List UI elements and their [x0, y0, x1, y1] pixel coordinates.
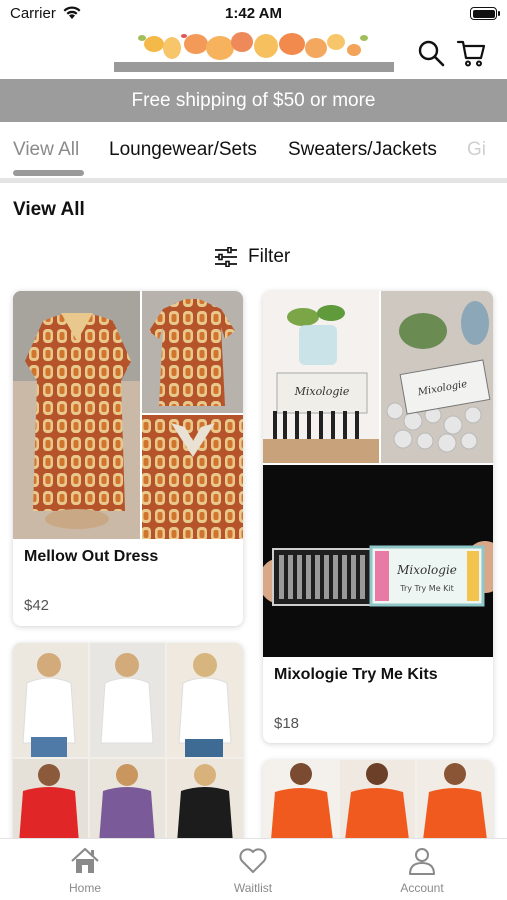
tab-loungewear-sets[interactable]: Loungewear/Sets: [109, 139, 257, 161]
clock: 1:42 AM: [225, 5, 282, 22]
filter-button[interactable]: Filter: [214, 243, 290, 271]
app-header: [0, 30, 507, 78]
bottom-nav: Home Waitlist Account: [0, 838, 507, 900]
nav-account[interactable]: Account: [372, 847, 472, 895]
battery-icon: [470, 7, 500, 20]
nav-account-label: Account: [400, 881, 444, 895]
product-image: [13, 291, 243, 539]
cart-icon[interactable]: [456, 38, 486, 68]
filter-label: Filter: [248, 246, 291, 267]
search-icon[interactable]: [416, 38, 446, 68]
product-name: Mixologie Try Me Kits: [274, 666, 438, 683]
tab-gifts[interactable]: Gi: [467, 139, 486, 161]
product-card[interactable]: Mixologie Mixologie Mixologie Try Try Me…: [263, 291, 493, 743]
heart-icon: [239, 848, 267, 873]
tab-sweaters-jackets[interactable]: Sweaters/Jackets: [288, 139, 437, 161]
product-price: $42: [24, 597, 50, 614]
category-tabs: View All Loungewear/Sets Sweaters/Jacket…: [0, 122, 507, 180]
product-price: $18: [274, 715, 300, 732]
mixologie-brand-label: Mixologie: [396, 563, 457, 577]
product-name: Mellow Out Dress: [24, 548, 159, 565]
brand-logo[interactable]: [114, 30, 394, 74]
nav-home[interactable]: Home: [35, 847, 135, 895]
tab-view-all[interactable]: View All: [13, 139, 79, 161]
person-icon: [409, 848, 435, 875]
product-image: Mixologie Mixologie Mixologie Try Try Me…: [263, 291, 493, 657]
mixologie-brand-label: Mixologie: [294, 385, 350, 398]
nav-home-label: Home: [68, 881, 101, 895]
nav-waitlist-label: Waitlist: [233, 881, 273, 895]
home-icon: [71, 847, 99, 873]
status-bar: Carrier 1:42 AM: [0, 0, 507, 30]
product-image: [263, 760, 493, 840]
active-tab-indicator: [13, 170, 84, 176]
mixologie-kit-label: Try Try Me Kit: [399, 584, 454, 593]
promo-banner: Free shipping of $50 or more: [0, 79, 507, 122]
product-card[interactable]: Mellow Out Dress $42: [13, 291, 243, 626]
sliders-icon: [215, 247, 237, 267]
nav-waitlist[interactable]: Waitlist: [203, 847, 303, 895]
product-image: [13, 643, 243, 843]
tabs-divider: [0, 178, 507, 183]
section-title: View All: [13, 199, 85, 220]
